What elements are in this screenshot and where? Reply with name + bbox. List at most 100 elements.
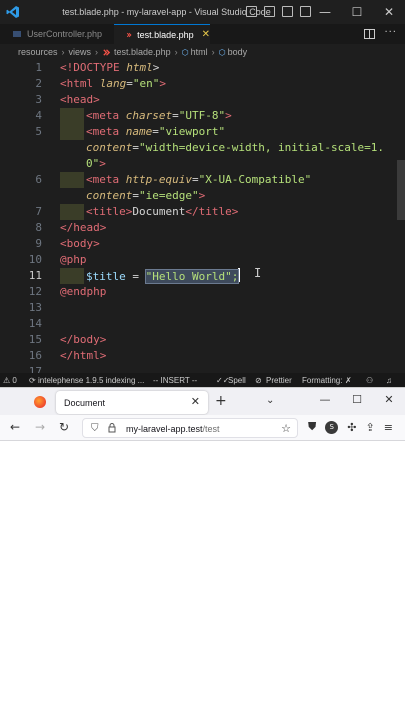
- prettier-status[interactable]: Prettier: [266, 376, 292, 385]
- line-number: 12: [28, 285, 42, 298]
- code-line: 14: [0, 316, 405, 332]
- formatting-status[interactable]: Formatting:: [302, 376, 342, 385]
- attr-name: name: [125, 125, 153, 138]
- code-text: <title>Document</title>: [86, 205, 239, 218]
- selected-string: "Hello World";: [144, 269, 240, 284]
- tab-test-blade[interactable]: test.blade.php ✕: [114, 24, 210, 44]
- code-line: 6 <meta http-equiv="X-UA-Compatible": [0, 172, 405, 188]
- toggle-primary-sidebar-icon[interactable]: [246, 6, 257, 17]
- address-bar[interactable]: ⛉ my-laravel-app.test/test ☆: [82, 418, 298, 438]
- accounts-icon[interactable]: ⚇: [366, 376, 373, 385]
- code-line: 9 <body>: [0, 236, 405, 252]
- code-text: 0">: [86, 157, 106, 170]
- split-editor-icon[interactable]: [364, 29, 376, 39]
- breadcrumb-item[interactable]: resources: [18, 47, 58, 57]
- doctype-value: html: [126, 61, 153, 74]
- blade-directive: @php: [60, 253, 87, 266]
- tag-name: body: [66, 237, 94, 250]
- code-line: 4 <meta charset="UTF-8">: [0, 108, 405, 124]
- attr-value: "en": [132, 77, 160, 90]
- url-text[interactable]: my-laravel-app.test/test: [126, 424, 220, 434]
- code-line-current: 11 $title = "Hello World";: [0, 268, 405, 284]
- problems-indicator[interactable]: ⚠ 0: [3, 376, 17, 385]
- blade-file-icon: [126, 32, 132, 37]
- line-number: 5: [35, 125, 42, 138]
- line-number: 1: [35, 61, 42, 74]
- indent-guide: [60, 204, 84, 220]
- code-text: <html lang="en">: [60, 76, 166, 92]
- profile-avatar[interactable]: S: [325, 420, 339, 434]
- code-text: $title = "Hello World";: [86, 268, 241, 285]
- extensions-puzzle-icon[interactable]: ✣: [347, 421, 356, 434]
- vim-mode: -- INSERT --: [153, 376, 198, 385]
- tag-name: meta: [92, 109, 120, 122]
- tracking-protection-shield-icon[interactable]: ⛉: [91, 423, 99, 434]
- minimize-button[interactable]: —: [309, 393, 341, 406]
- indent-guide: [60, 124, 84, 140]
- bracket: >: [159, 77, 166, 90]
- tag-name: head: [73, 221, 100, 234]
- list-all-tabs-icon[interactable]: ⌄: [266, 395, 274, 406]
- notifications-bell-icon[interactable]: ♫: [386, 376, 392, 385]
- text-content: Document: [132, 205, 186, 218]
- browser-toolbar-icons: ⛊ S ✣ ⇪ ≡: [308, 420, 393, 434]
- status-bar: ⚠ 0 ⟳ intelephense 1.9.5 indexing ... --…: [0, 373, 405, 387]
- close-tab-icon[interactable]: ✕: [202, 29, 210, 40]
- close-tab-icon[interactable]: ✕: [191, 395, 200, 408]
- connection-info-icon[interactable]: [108, 423, 116, 433]
- breadcrumb-item[interactable]: test.blade.php: [114, 47, 171, 57]
- more-actions-icon[interactable]: ···: [384, 28, 397, 39]
- browser-tab[interactable]: Document ✕: [56, 391, 208, 414]
- attr-value: "width=device-width, initial-scale=1.: [138, 141, 385, 154]
- pocket-icon[interactable]: ⛊: [308, 420, 316, 434]
- line-number: 14: [28, 317, 42, 330]
- code-text: <meta http-equiv="X-UA-Compatible": [86, 173, 312, 186]
- chevron-right-icon: ›: [61, 47, 65, 57]
- forward-arrow-icon[interactable]: →: [35, 420, 45, 434]
- breadcrumb-item[interactable]: body: [228, 47, 248, 57]
- url-path: /test: [202, 424, 220, 434]
- code-text: content="width=device-width, initial-sca…: [86, 141, 385, 154]
- ibeam-cursor-icon: I: [254, 266, 262, 280]
- tag-name: meta: [92, 125, 120, 138]
- code-text: </html>: [60, 349, 107, 362]
- attr-value: "X-UA-Compatible": [198, 173, 312, 186]
- tag-name: body: [73, 333, 100, 346]
- toggle-panel-icon[interactable]: [264, 6, 275, 17]
- back-arrow-icon[interactable]: ←: [10, 420, 20, 434]
- tab-user-controller[interactable]: UserController.php: [0, 24, 113, 44]
- indexing-status[interactable]: intelephense 1.9.5 indexing ...: [38, 376, 144, 385]
- spell-status[interactable]: Spell: [228, 376, 246, 385]
- line-number: 16: [28, 349, 42, 362]
- maximize-button[interactable]: ☐: [341, 3, 373, 21]
- code-line: 1 <!DOCTYPE html>: [0, 60, 405, 76]
- close-button[interactable]: ✕: [373, 393, 405, 406]
- tab-label: UserController.php: [27, 29, 103, 39]
- bookmark-star-icon[interactable]: ☆: [281, 422, 291, 435]
- equals: =: [126, 77, 133, 90]
- code-editor[interactable]: 1 <!DOCTYPE html> 2 <html lang="en"> 3 <…: [0, 60, 405, 378]
- code-line-wrapped: 0">: [0, 156, 405, 172]
- vscode-window: test.blade.php - my-laravel-app - Visual…: [0, 0, 405, 387]
- line-number: 11: [28, 269, 42, 282]
- bracket: >: [152, 61, 160, 74]
- minimize-button[interactable]: —: [309, 3, 341, 21]
- close-button[interactable]: ✕: [373, 3, 405, 21]
- web-page-content: [0, 441, 405, 720]
- hamburger-menu-icon[interactable]: ≡: [384, 421, 393, 434]
- line-number: 13: [28, 301, 42, 314]
- reload-icon[interactable]: ↻: [59, 420, 69, 434]
- vscode-titlebar: test.blade.php - my-laravel-app - Visual…: [0, 0, 405, 24]
- code-line: 2 <html lang="en">: [0, 76, 405, 92]
- toggle-secondary-sidebar-icon[interactable]: [282, 6, 293, 17]
- breadcrumb-item[interactable]: html: [191, 47, 208, 57]
- maximize-button[interactable]: ☐: [341, 393, 373, 406]
- breadcrumb-item[interactable]: views: [69, 47, 92, 57]
- share-icon[interactable]: ⇪: [365, 421, 374, 434]
- attr-name: http-equiv: [125, 173, 192, 186]
- new-tab-button[interactable]: +: [215, 393, 227, 409]
- editor-scrollbar[interactable]: [397, 160, 405, 220]
- tag-name: html: [73, 349, 100, 362]
- prettier-icon: ⊘: [255, 376, 262, 385]
- url-host: my-laravel-app.test: [126, 424, 203, 434]
